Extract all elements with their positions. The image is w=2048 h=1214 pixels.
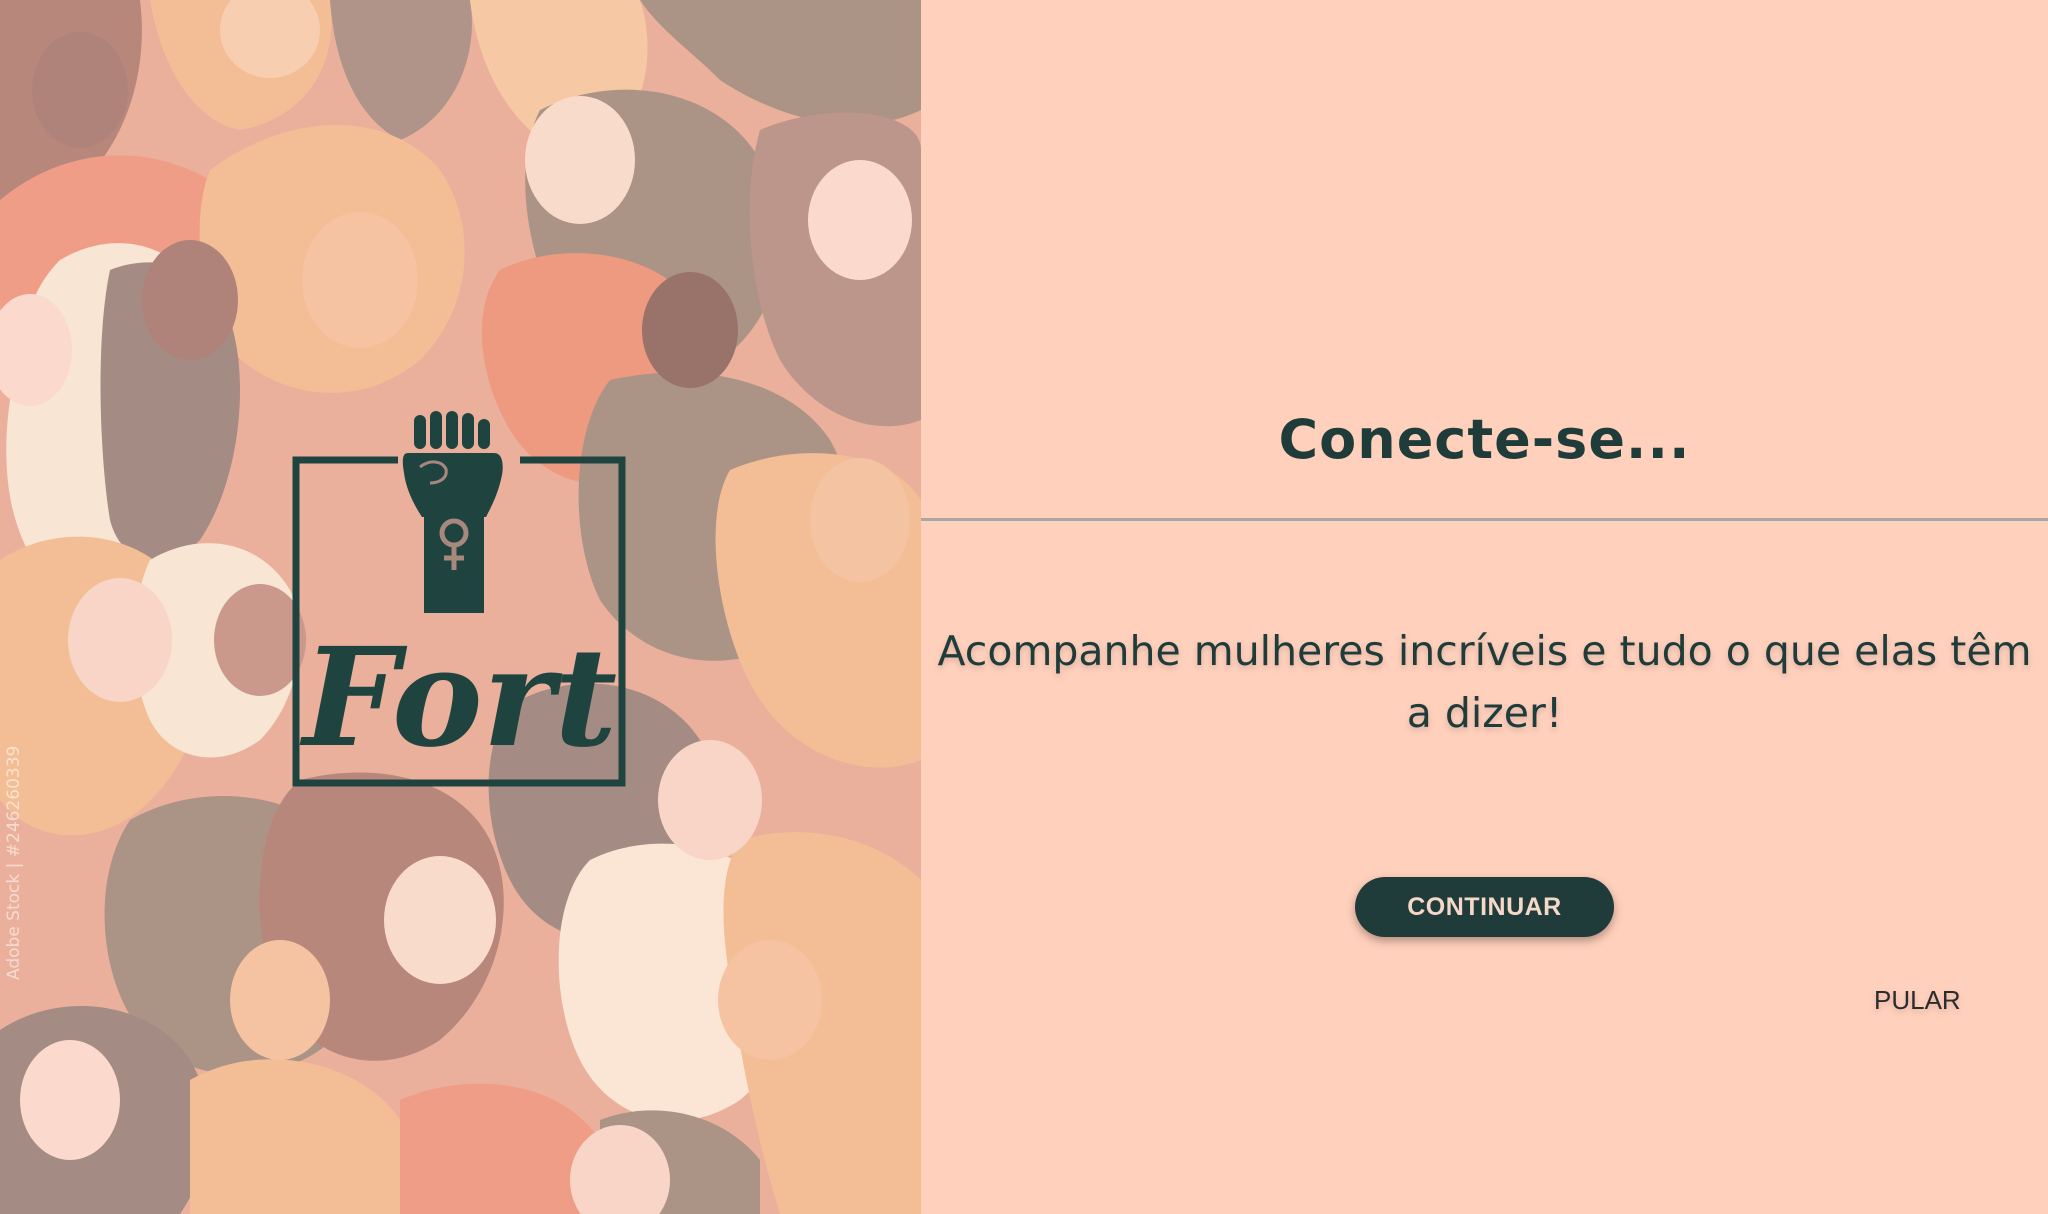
women-illustration-panel: Adobe Stock | #246260339 Fort xyxy=(0,0,921,1214)
onboarding-screen: Adobe Stock | #246260339 Fort Conecte-se… xyxy=(0,0,2048,1214)
continue-button[interactable]: CONTINUAR xyxy=(1355,877,1614,937)
title-divider xyxy=(921,518,2048,521)
page-title: Conecte-se... xyxy=(1278,408,1691,471)
stock-watermark: Adobe Stock | #246260339 xyxy=(4,745,24,980)
fort-logo: Fort xyxy=(292,411,626,787)
onboarding-subtitle: Acompanhe mulheres incríveis e tudo o qu… xyxy=(937,627,2032,737)
logo-wordmark: Fort xyxy=(299,618,617,778)
onboarding-content: Conecte-se... Acompanhe mulheres incríve… xyxy=(921,0,2048,1214)
skip-link[interactable]: PULAR xyxy=(1874,985,1961,1016)
raised-fist-icon xyxy=(402,411,503,613)
